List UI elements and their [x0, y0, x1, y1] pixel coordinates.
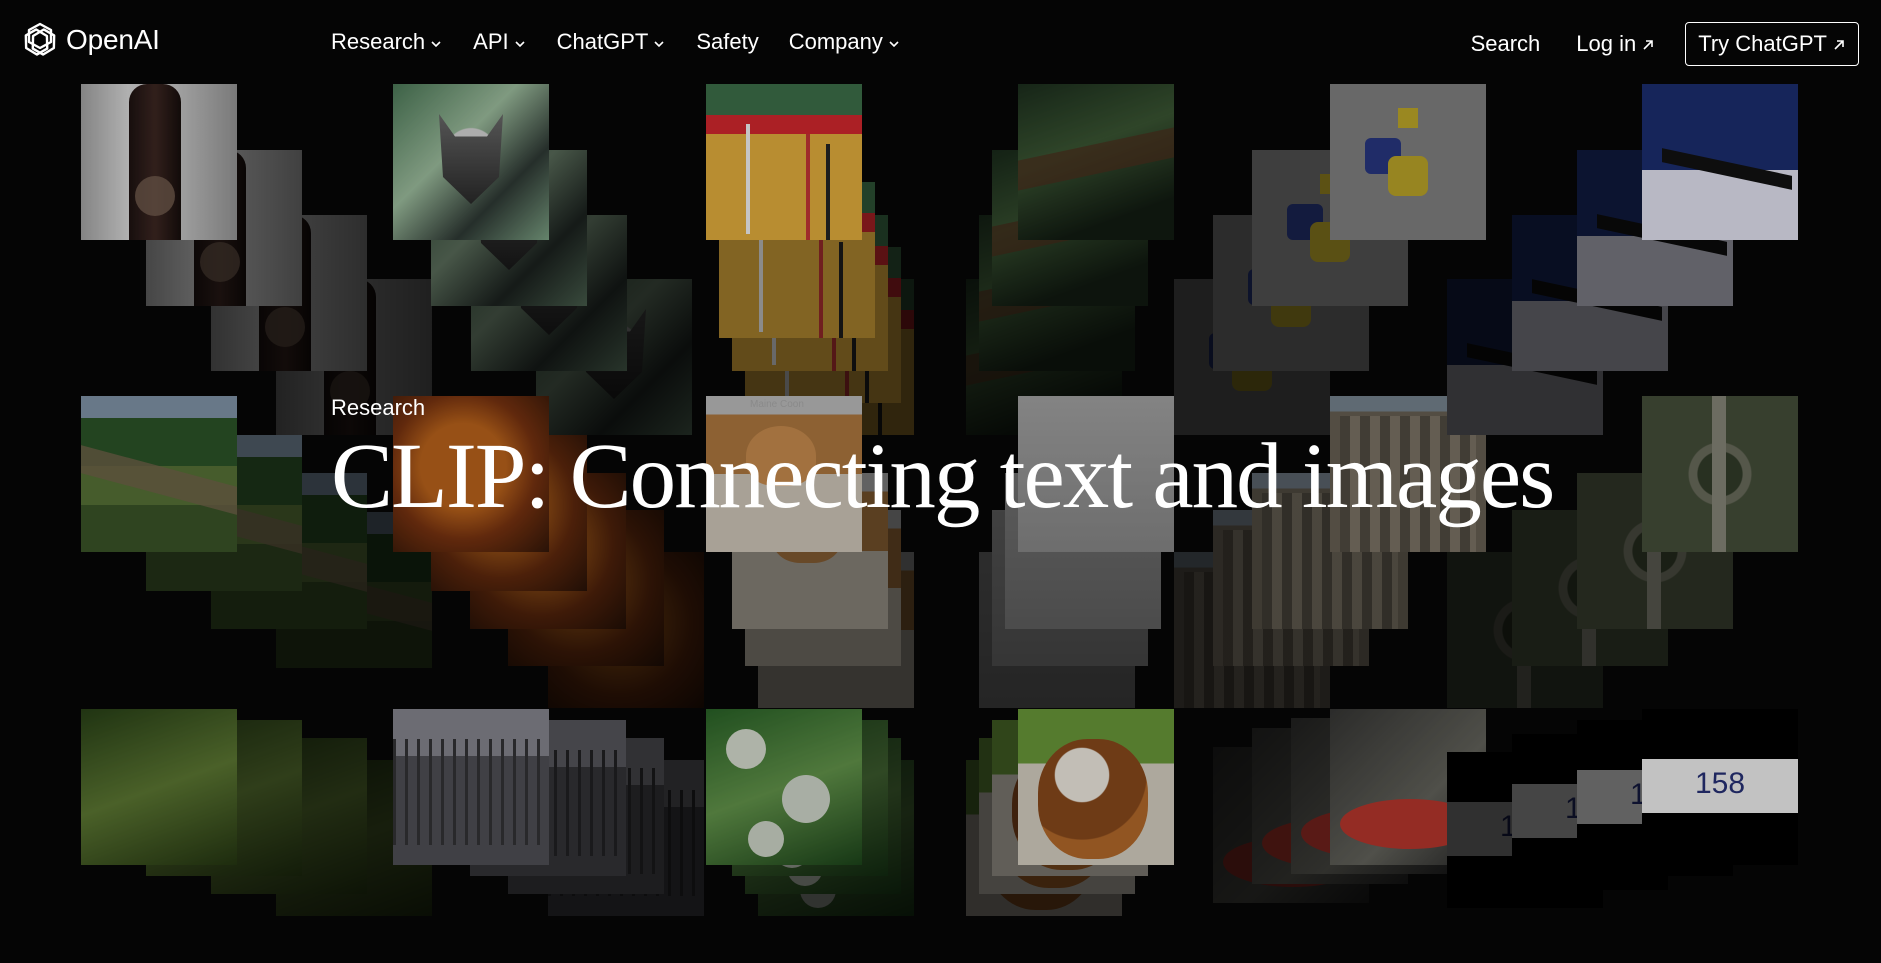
nav-item-label: Company [788, 29, 883, 54]
chevron-down-icon [515, 41, 525, 48]
tile-number: 158 [1694, 767, 1746, 800]
hero-category-label[interactable]: Research [331, 395, 425, 421]
nav-item-company[interactable]: Company [789, 22, 901, 62]
nav-item-research[interactable]: Research [331, 22, 443, 62]
collage-tile [1642, 84, 1798, 240]
collage-tile [81, 709, 237, 865]
search-label: Search [1470, 31, 1541, 56]
collage-tile [393, 84, 549, 240]
collage-tile [1330, 84, 1486, 240]
collage-tile [1642, 396, 1798, 552]
nav-item-label: API [473, 29, 509, 54]
nav-item-chatgpt[interactable]: ChatGPT [557, 22, 667, 62]
collage-tile [81, 84, 237, 240]
site-header: OpenAI Research API ChatGPT Safety Compa… [0, 0, 1881, 84]
collage-tile: 158 [1642, 709, 1798, 865]
collage-tile [1018, 84, 1174, 240]
collage-tile [706, 84, 862, 240]
collage-tile [1018, 709, 1174, 865]
openai-logo-icon [24, 22, 56, 56]
brand-name: OpenAI [66, 24, 160, 55]
login-link[interactable]: Log in [1576, 31, 1655, 57]
login-label: Log in [1576, 31, 1637, 56]
collage-tile [81, 396, 237, 552]
try-chatgpt-label: Try ChatGPT [1698, 31, 1827, 56]
collage-tile [706, 709, 862, 865]
chevron-down-icon [431, 41, 441, 48]
main-nav: Research API ChatGPT Safety Company [331, 22, 931, 62]
nav-item-label: ChatGPT [556, 29, 649, 54]
arrow-up-right-icon [1834, 40, 1844, 50]
chevron-down-icon [889, 41, 899, 48]
header-actions: Search Log in Try ChatGPT [1435, 22, 1859, 66]
image-caption: Maine Coon [750, 399, 804, 410]
nav-item-safety[interactable]: Safety [696, 22, 758, 62]
collage-tile [393, 709, 549, 865]
page-title: CLIP: Connecting text and images [331, 425, 1555, 528]
try-chatgpt-button[interactable]: Try ChatGPT [1685, 22, 1859, 66]
nav-item-api[interactable]: API [473, 22, 526, 62]
nav-item-label: Safety [696, 29, 759, 54]
arrow-up-right-icon [1643, 40, 1654, 50]
search-link[interactable]: Search [1471, 31, 1541, 57]
nav-item-label: Research [331, 29, 426, 54]
openai-logo-link[interactable]: OpenAI [20, 20, 160, 60]
chevron-down-icon [654, 41, 664, 48]
